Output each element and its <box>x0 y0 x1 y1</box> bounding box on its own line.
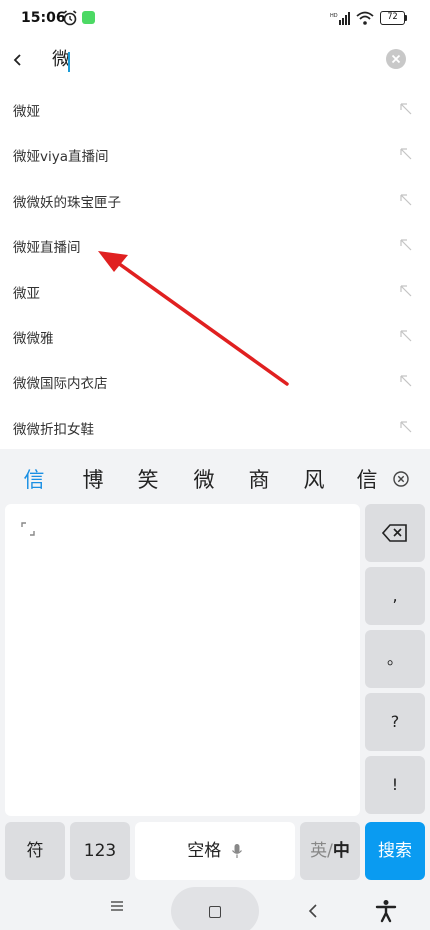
status-bar: 15:06 HD 72 <box>0 0 430 40</box>
suggestion-label: 微娅直播间 <box>13 240 81 257</box>
candidate-word[interactable]: 笑 <box>133 464 163 494</box>
lang-zh-label: 中 <box>332 841 350 861</box>
suggestion-item[interactable]: 微亚 <box>0 270 430 315</box>
suggestion-label: 微微国际内衣店 <box>13 376 108 393</box>
suggestion-item[interactable]: 微微折扣女鞋 <box>0 406 430 451</box>
question-key[interactable]: ? <box>365 693 425 751</box>
suggestion-list: 微娅 微娅viya直播间 微微妖的珠宝匣子 微娅直播间 微亚 微微雅 微微国际内… <box>0 88 430 451</box>
space-key[interactable]: 空格 <box>135 822 295 880</box>
handwriting-pad[interactable] <box>5 504 360 816</box>
alarm-icon <box>63 10 77 26</box>
suggestion-label: 微微妖的珠宝匣子 <box>13 194 121 211</box>
suggestion-label: 微娅 <box>13 104 40 120</box>
svg-text:HD: HD <box>330 13 338 19</box>
back-icon[interactable] <box>306 903 320 919</box>
suggestion-item[interactable]: 微微雅 <box>0 315 430 360</box>
battery-icon: 72 <box>380 11 408 25</box>
language-toggle-key[interactable]: 英/中 <box>300 822 360 880</box>
exclamation-key[interactable]: ! <box>365 756 425 814</box>
backspace-icon <box>382 524 407 542</box>
fill-query-arrow-icon[interactable] <box>399 329 413 343</box>
candidate-bar: 信 博 笑 微 商 风 信 <box>0 449 430 503</box>
fill-query-arrow-icon[interactable] <box>399 374 413 388</box>
home-icon <box>209 906 221 918</box>
accessibility-icon[interactable] <box>375 899 397 923</box>
numbers-key[interactable]: 123 <box>70 822 130 880</box>
search-bar: 微 <box>0 40 430 82</box>
suggestion-label: 微娅viya直播间 <box>13 149 109 166</box>
wifi-icon <box>356 11 374 25</box>
fill-query-arrow-icon[interactable] <box>399 238 413 252</box>
period-key[interactable]: 。 <box>365 630 425 688</box>
suggestion-item[interactable]: 微微妖的珠宝匣子 <box>0 179 430 224</box>
close-candidates-icon[interactable] <box>392 470 410 488</box>
back-arrow-icon[interactable] <box>8 48 28 72</box>
battery-level: 72 <box>380 11 405 25</box>
suggestion-item[interactable]: 微娅viya直播间 <box>0 133 430 178</box>
suggestion-item[interactable]: 微娅直播间 <box>0 224 430 269</box>
candidate-word[interactable]: 微 <box>189 464 219 494</box>
candidate-word[interactable]: 博 <box>78 464 108 494</box>
keyboard: 信 博 笑 微 商 风 信 , 。 ? ! 符 123 空格 英/中 搜索 <box>0 449 430 884</box>
navigation-bar <box>0 884 430 930</box>
suggestion-label: 微微折扣女鞋 <box>13 421 94 438</box>
fill-query-arrow-icon[interactable] <box>399 102 413 116</box>
fill-query-arrow-icon[interactable] <box>399 284 413 298</box>
search-key[interactable]: 搜索 <box>365 822 425 880</box>
app-notification-icon <box>82 11 95 24</box>
status-time: 15:06 <box>21 10 66 26</box>
comma-key[interactable]: , <box>365 567 425 625</box>
suggestion-label: 微微雅 <box>13 330 54 347</box>
text-caret <box>68 52 70 72</box>
suggestion-item[interactable]: 微娅 <box>0 88 430 133</box>
backspace-key[interactable] <box>365 504 425 562</box>
clear-icon[interactable] <box>386 49 406 69</box>
fill-query-arrow-icon[interactable] <box>399 147 413 161</box>
lang-en-label: 英 <box>310 841 328 861</box>
expand-icon[interactable] <box>21 522 35 536</box>
suggestion-label: 微亚 <box>13 285 40 302</box>
fill-query-arrow-icon[interactable] <box>399 420 413 434</box>
menu-icon[interactable] <box>109 898 125 914</box>
microphone-icon <box>231 844 242 858</box>
candidate-word[interactable]: 风 <box>299 464 329 494</box>
space-label: 空格 <box>187 841 222 861</box>
candidate-word[interactable]: 信 <box>19 464 49 494</box>
fill-query-arrow-icon[interactable] <box>399 193 413 207</box>
suggestion-item[interactable]: 微微国际内衣店 <box>0 360 430 405</box>
candidate-word[interactable]: 信 <box>352 464 382 494</box>
signal-icon: HD <box>330 12 350 25</box>
candidate-word[interactable]: 商 <box>244 464 274 494</box>
symbols-key[interactable]: 符 <box>5 822 65 880</box>
